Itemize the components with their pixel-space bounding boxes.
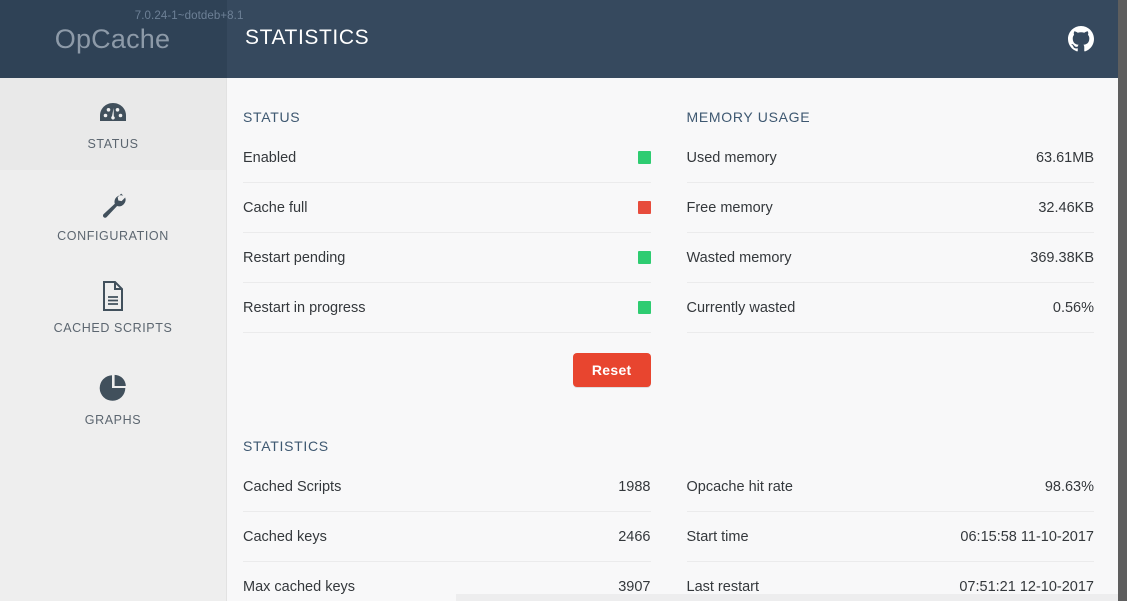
table-row: Opcache hit rate 98.63% (686, 462, 1094, 512)
row-label: Currently wasted (686, 299, 796, 316)
table-row: Cached Scripts 1988 (243, 462, 651, 512)
table-row: Cache full (243, 183, 651, 233)
table-row: Restart pending (243, 233, 651, 283)
content-bottom-strip (456, 594, 1127, 601)
row-value: 07:51:21 12-10-2017 (959, 578, 1094, 595)
status-badge (637, 251, 651, 264)
github-icon[interactable] (1066, 24, 1096, 54)
sidebar-item-label: STATUS (87, 137, 139, 151)
table-row: Enabled (243, 133, 651, 183)
table-row: Used memory 63.61MB (686, 133, 1094, 183)
status-badge (637, 151, 651, 164)
statistics-right-heading-spacer (687, 407, 1095, 462)
pie-chart-icon (98, 373, 128, 403)
opcache-dashboard: OpCache 7.0.24-1~dotdeb+8.1 STATISTICS S… (0, 0, 1127, 601)
sidebar-item-label: CONFIGURATION (57, 229, 169, 243)
row-value: 06:15:58 11-10-2017 (960, 528, 1094, 545)
table-row: Cached keys 2466 (243, 512, 651, 562)
table-row: Restart in progress (243, 283, 651, 333)
row-label: Opcache hit rate (686, 478, 793, 495)
table-row: Currently wasted 0.56% (686, 283, 1094, 333)
row-label: Enabled (243, 149, 297, 166)
row-value: 0.56% (1052, 299, 1094, 316)
status-actions: Reset (243, 333, 651, 407)
sidebar-item-label: GRAPHS (84, 413, 142, 427)
row-label: Cached keys (243, 528, 327, 545)
sidebar-item-graphs[interactable]: GRAPHS (0, 354, 226, 446)
row-value: 2466 (618, 528, 651, 545)
header-main: STATISTICS (227, 0, 1118, 78)
table-row: Wasted memory 369.38KB (686, 233, 1094, 283)
top-panels: STATUS Enabled Cache full Restart pendin… (228, 78, 1108, 407)
section-title-statistics: STATISTICS (243, 438, 329, 454)
sidebar-item-status[interactable]: STATUS (0, 78, 226, 170)
row-value: 1988 (618, 478, 651, 495)
row-label: Used memory (686, 149, 777, 166)
row-label: Wasted memory (686, 249, 792, 266)
row-label: Free memory (686, 199, 773, 216)
brand-name: OpCache (54, 23, 171, 54)
row-label: Max cached keys (243, 578, 356, 595)
row-label: Cached Scripts (243, 478, 342, 495)
row-label: Restart pending (243, 249, 346, 266)
row-value: 369.38KB (1030, 249, 1094, 266)
reset-button[interactable]: Reset (572, 353, 651, 387)
row-value: 98.63% (1044, 478, 1094, 495)
sidebar: STATUS CONFIGURATION CACHED SCRIPTS GRAP… (0, 78, 227, 601)
row-label: Cache full (243, 199, 308, 216)
sidebar-item-configuration[interactable]: CONFIGURATION (0, 170, 226, 262)
row-label: Start time (686, 528, 749, 545)
status-panel: STATUS Enabled Cache full Restart pendin… (243, 78, 651, 407)
row-label: Restart in progress (243, 299, 366, 316)
row-label: Last restart (686, 578, 760, 595)
memory-usage-actions-spacer (687, 333, 1095, 407)
memory-usage-panel: MEMORY USAGE Used memory 63.61MB Free me… (686, 78, 1095, 407)
sidebar-item-cached-scripts[interactable]: CACHED SCRIPTS (0, 262, 226, 354)
wrench-icon (99, 189, 127, 219)
php-version-label: 7.0.24-1~dotdeb+8.1 (134, 9, 244, 22)
brand-area: OpCache 7.0.24-1~dotdeb+8.1 (0, 0, 243, 78)
status-badge (637, 301, 651, 314)
row-value: 32.46KB (1038, 199, 1094, 216)
sidebar-item-label: CACHED SCRIPTS (53, 321, 173, 335)
section-title-memory-usage: MEMORY USAGE (686, 109, 811, 125)
document-icon (101, 281, 125, 311)
table-row: Free memory 32.46KB (686, 183, 1094, 233)
section-title-status: STATUS (243, 109, 301, 125)
page-scrollbar[interactable] (1118, 0, 1127, 601)
status-badge (637, 201, 651, 214)
row-value: 3907 (618, 578, 651, 595)
bottom-panels: STATISTICS Cached Scripts 1988 Cached ke… (228, 407, 1108, 601)
statistics-panel: STATISTICS Cached Scripts 1988 Cached ke… (243, 407, 651, 601)
row-value: 63.61MB (1035, 149, 1094, 166)
main-content: STATUS Enabled Cache full Restart pendin… (228, 78, 1127, 601)
table-row: Start time 06:15:58 11-10-2017 (686, 512, 1094, 562)
app-header: OpCache 7.0.24-1~dotdeb+8.1 STATISTICS (0, 0, 1118, 78)
page-title: STATISTICS (245, 26, 370, 49)
gauge-icon (98, 97, 128, 127)
statistics-panel-right: Opcache hit rate 98.63% Start time 06:15… (686, 407, 1095, 601)
